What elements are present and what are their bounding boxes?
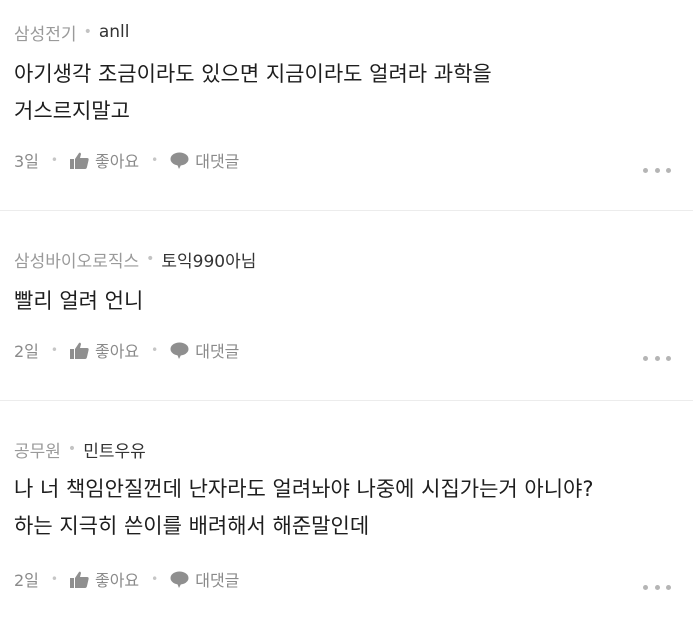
meta-separator: • — [146, 251, 155, 267]
comment-time: 2일 — [14, 571, 39, 590]
author-company: 삼성바이오로직스 — [14, 251, 140, 272]
comment-time: 2일 — [14, 342, 39, 361]
comment-author: 삼성전기 • anll — [14, 20, 130, 45]
reply-button[interactable]: 대댓글 — [170, 567, 239, 591]
reply-label: 대댓글 — [195, 342, 240, 361]
action-separator: • — [50, 153, 58, 167]
comment-time: 3일 — [14, 152, 39, 171]
like-button[interactable]: 좋아요 — [69, 338, 140, 362]
action-separator: • — [151, 343, 159, 357]
author-company: 삼성전기 — [14, 24, 77, 45]
comment-item: 삼성바이오로직스 • 토익990아님 빨리 얼려 언니 2일 • 좋아요 • 대… — [0, 211, 693, 399]
more-dots-icon — [654, 584, 660, 590]
more-options-button[interactable] — [643, 582, 671, 592]
meta-separator: • — [83, 24, 92, 40]
comment-actions: 2일 • 좋아요 • 대댓글 — [14, 567, 239, 591]
comment-text: 빨리 얼려 언니 — [14, 289, 144, 313]
speech-bubble-icon — [170, 571, 189, 588]
action-separator: • — [151, 153, 159, 167]
comment-author: 공무원 • 민트우유 — [14, 437, 146, 462]
like-button[interactable]: 좋아요 — [69, 148, 140, 172]
comment-item: 공무원 • 민트우유 나 너 책임안질껀데 난자라도 얼려놔야 나중에 시집가는… — [0, 401, 693, 623]
author-company: 공무원 — [14, 441, 61, 462]
speech-bubble-icon — [170, 342, 189, 359]
like-label: 좋아요 — [94, 342, 140, 361]
reply-button[interactable]: 대댓글 — [170, 338, 239, 362]
thumbs-up-icon — [69, 152, 89, 169]
like-label: 좋아요 — [94, 152, 140, 171]
more-dots-icon — [654, 355, 660, 361]
reply-label: 대댓글 — [195, 571, 240, 590]
speech-bubble-icon — [170, 152, 189, 169]
more-dots-icon — [643, 355, 648, 361]
meta-separator: • — [67, 441, 77, 457]
more-dots-icon — [654, 167, 660, 173]
like-label: 좋아요 — [94, 571, 140, 590]
comment-author: 삼성바이오로직스 • 토익990아님 — [14, 247, 256, 272]
reply-label: 대댓글 — [195, 152, 240, 171]
author-nickname[interactable]: 토익990아님 — [161, 247, 256, 272]
more-dots-icon — [643, 167, 648, 173]
more-dots-icon — [643, 584, 648, 590]
more-options-button[interactable] — [643, 353, 671, 363]
comment-item: 삼성전기 • anll 아기생각 조금이라도 있으면 지금이라도 얼려라 과학을… — [0, 0, 693, 210]
comment-text: 나 너 책임안질껀데 난자라도 얼려놔야 나중에 시집가는거 아니야? 하는 지… — [14, 477, 594, 538]
more-options-button[interactable] — [643, 165, 671, 175]
more-dots-icon — [666, 584, 671, 590]
action-separator: • — [50, 343, 58, 357]
action-separator: • — [151, 572, 159, 586]
comment-text: 아기생각 조금이라도 있으면 지금이라도 얼려라 과학을 거스르지말고 — [14, 62, 492, 123]
thumbs-up-icon — [69, 342, 89, 359]
like-button[interactable]: 좋아요 — [69, 567, 140, 591]
action-separator: • — [50, 572, 58, 586]
more-dots-icon — [666, 167, 671, 173]
author-nickname[interactable]: 민트우유 — [83, 437, 146, 462]
comment-actions: 2일 • 좋아요 • 대댓글 — [14, 338, 239, 362]
comment-actions: 3일 • 좋아요 • 대댓글 — [14, 148, 239, 172]
more-dots-icon — [666, 355, 671, 361]
reply-button[interactable]: 대댓글 — [170, 148, 239, 172]
thumbs-up-icon — [69, 571, 89, 588]
author-nickname[interactable]: anll — [99, 22, 130, 42]
